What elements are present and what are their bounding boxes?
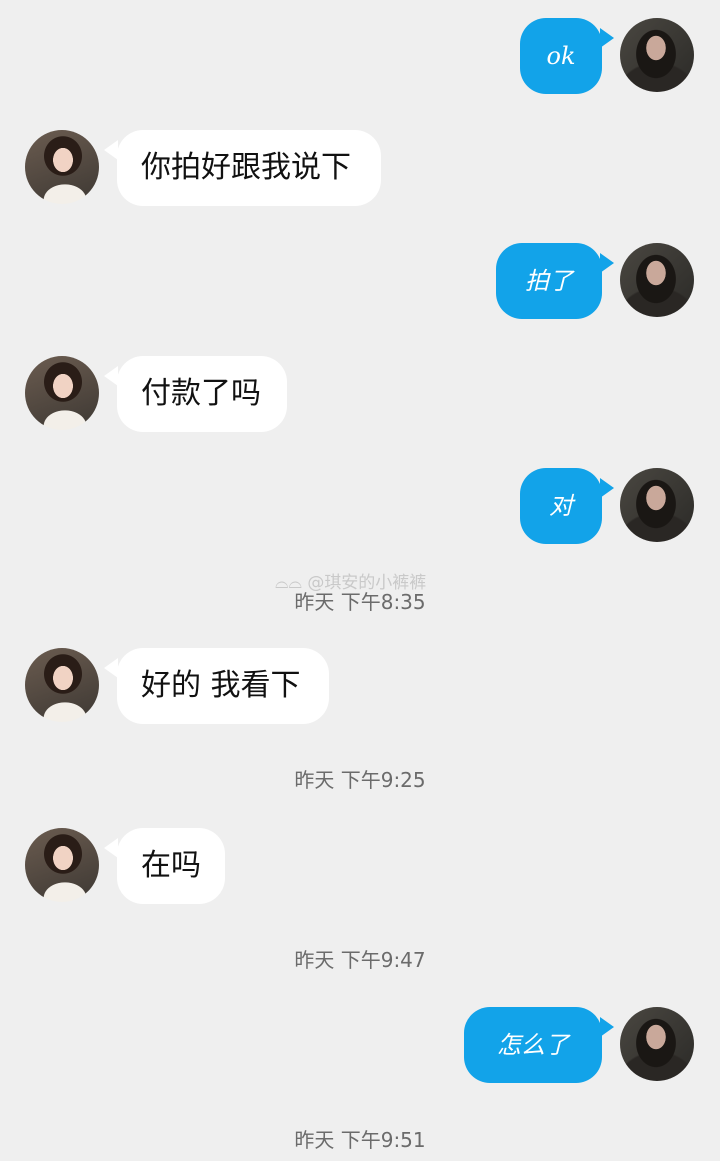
bubble-tail [104,838,118,858]
timestamp: 昨天 下午9:47 [294,948,426,972]
message-text: 对 [549,492,573,520]
contact-avatar[interactable] [25,356,99,430]
my-avatar[interactable] [620,18,694,92]
timestamp: 昨天 下午8:35 [294,590,426,614]
message-text: 拍了 [525,267,573,295]
message-text: 付款了吗 [141,376,261,411]
message-text: ok [546,42,576,70]
message-bubble-sent[interactable]: ok [520,18,602,94]
message-text: 在吗 [141,848,201,883]
timestamp: 昨天 下午9:51 [294,1128,426,1152]
contact-avatar[interactable] [25,130,99,204]
message-bubble-sent[interactable]: 拍了 [496,243,602,319]
message-bubble-received[interactable]: 你拍好跟我说下 [117,130,381,206]
message-text: 好的 我看下 [141,668,301,703]
my-avatar[interactable] [620,243,694,317]
message-text: 你拍好跟我说下 [141,150,351,185]
message-text: 怎么了 [497,1031,569,1059]
message-bubble-sent[interactable]: 怎么了 [464,1007,602,1083]
bubble-tail [600,253,614,273]
bubble-tail [104,658,118,678]
message-bubble-received[interactable]: 在吗 [117,828,225,904]
my-avatar[interactable] [620,468,694,542]
bubble-tail [104,366,118,386]
message-bubble-sent[interactable]: 对 [520,468,602,544]
message-bubble-received[interactable]: 好的 我看下 [117,648,329,724]
bubble-tail [104,140,118,160]
contact-avatar[interactable] [25,828,99,902]
my-avatar[interactable] [620,1007,694,1081]
contact-avatar[interactable] [25,648,99,722]
timestamp: 昨天 下午9:25 [294,768,426,792]
message-bubble-received[interactable]: 付款了吗 [117,356,287,432]
bubble-tail [600,478,614,498]
bubble-tail [600,28,614,48]
bubble-tail [600,1017,614,1037]
